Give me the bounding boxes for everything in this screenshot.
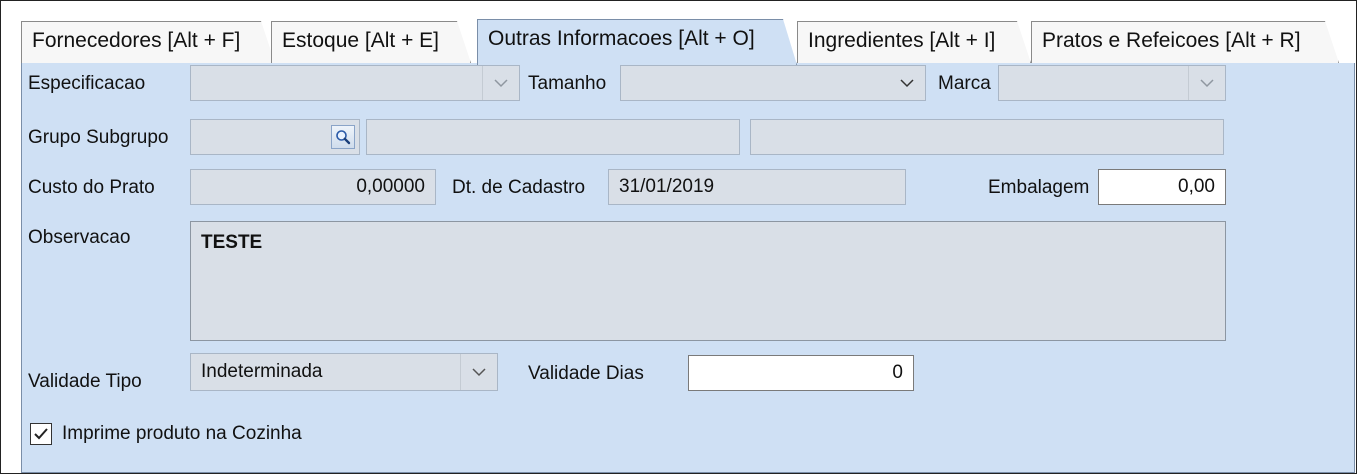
chevron-down-icon[interactable] <box>889 66 925 100</box>
dt-cadastro-value: 31/01/2019 <box>619 176 715 197</box>
especificacao-select[interactable] <box>190 65 520 101</box>
marca-select[interactable] <box>998 65 1226 101</box>
custo-prato-value: 0,00000 <box>356 176 425 197</box>
tab-ingredientes[interactable]: Ingredientes [Alt + I] <box>797 21 1031 63</box>
tab-panel-outras-informacoes: Especificacao Tamanho Marca Grupo Subgru… <box>21 63 1355 473</box>
tab-label: Estoque [Alt + E] <box>282 29 440 52</box>
tab-fornecedores[interactable]: Fornecedores [Alt + F] <box>21 21 275 63</box>
dt-cadastro-field: 31/01/2019 <box>608 169 906 205</box>
dt-cadastro-label: Dt. de Cadastro <box>452 177 586 198</box>
tab-label: Outras Informacoes [Alt + O] <box>488 27 755 50</box>
validade-dias-label: Validade Dias <box>528 363 644 384</box>
custo-prato-label: Custo do Prato <box>28 177 155 198</box>
chevron-down-icon[interactable] <box>482 66 519 100</box>
chevron-down-icon[interactable] <box>1188 66 1225 100</box>
chevron-down-icon[interactable] <box>460 354 497 390</box>
validade-tipo-label: Validade Tipo <box>28 371 142 392</box>
checkmark-icon <box>34 428 48 440</box>
search-lookup-button[interactable] <box>331 125 355 149</box>
validade-dias-input[interactable]: 0 <box>688 355 914 391</box>
tab-estoque[interactable]: Estoque [Alt + E] <box>271 21 471 63</box>
grupo-description-field <box>366 119 740 155</box>
observacao-value: TESTE <box>201 232 263 253</box>
imprime-cozinha-label[interactable]: Imprime produto na Cozinha <box>62 423 302 445</box>
subgrupo-description-field <box>750 119 1224 155</box>
tab-bar: Fornecedores [Alt + F] Estoque [Alt + E]… <box>1 1 1356 63</box>
embalagem-input[interactable]: 0,00 <box>1098 169 1226 205</box>
especificacao-label: Especificacao <box>28 73 146 94</box>
grupo-code-input[interactable] <box>190 119 360 155</box>
observacao-textarea[interactable]: TESTE <box>190 221 1226 341</box>
imprime-cozinha-checkbox[interactable] <box>30 423 52 445</box>
tab-label: Pratos e Refeicoes [Alt + R] <box>1042 29 1301 52</box>
observacao-label: Observacao <box>28 227 131 248</box>
grupo-subgrupo-label: Grupo Subgrupo <box>28 127 169 148</box>
tab-label: Ingredientes [Alt + I] <box>808 29 996 52</box>
validade-tipo-select[interactable]: Indeterminada <box>190 353 498 391</box>
validade-tipo-value: Indeterminada <box>201 361 323 382</box>
tamanho-label: Tamanho <box>528 73 607 94</box>
tamanho-select[interactable] <box>620 65 926 101</box>
validade-dias-value: 0 <box>892 362 903 383</box>
tab-label: Fornecedores [Alt + F] <box>32 29 241 52</box>
magnifier-icon <box>336 130 351 145</box>
window-frame: Fornecedores [Alt + F] Estoque [Alt + E]… <box>0 0 1357 474</box>
embalagem-value: 0,00 <box>1178 176 1215 197</box>
tab-pratos-refeicoes[interactable]: Pratos e Refeicoes [Alt + R] <box>1031 21 1339 63</box>
tab-outras-informacoes[interactable]: Outras Informacoes [Alt + O] <box>477 19 797 65</box>
custo-prato-field: 0,00000 <box>190 169 436 205</box>
marca-label: Marca <box>938 73 991 94</box>
embalagem-label: Embalagem <box>988 177 1090 198</box>
